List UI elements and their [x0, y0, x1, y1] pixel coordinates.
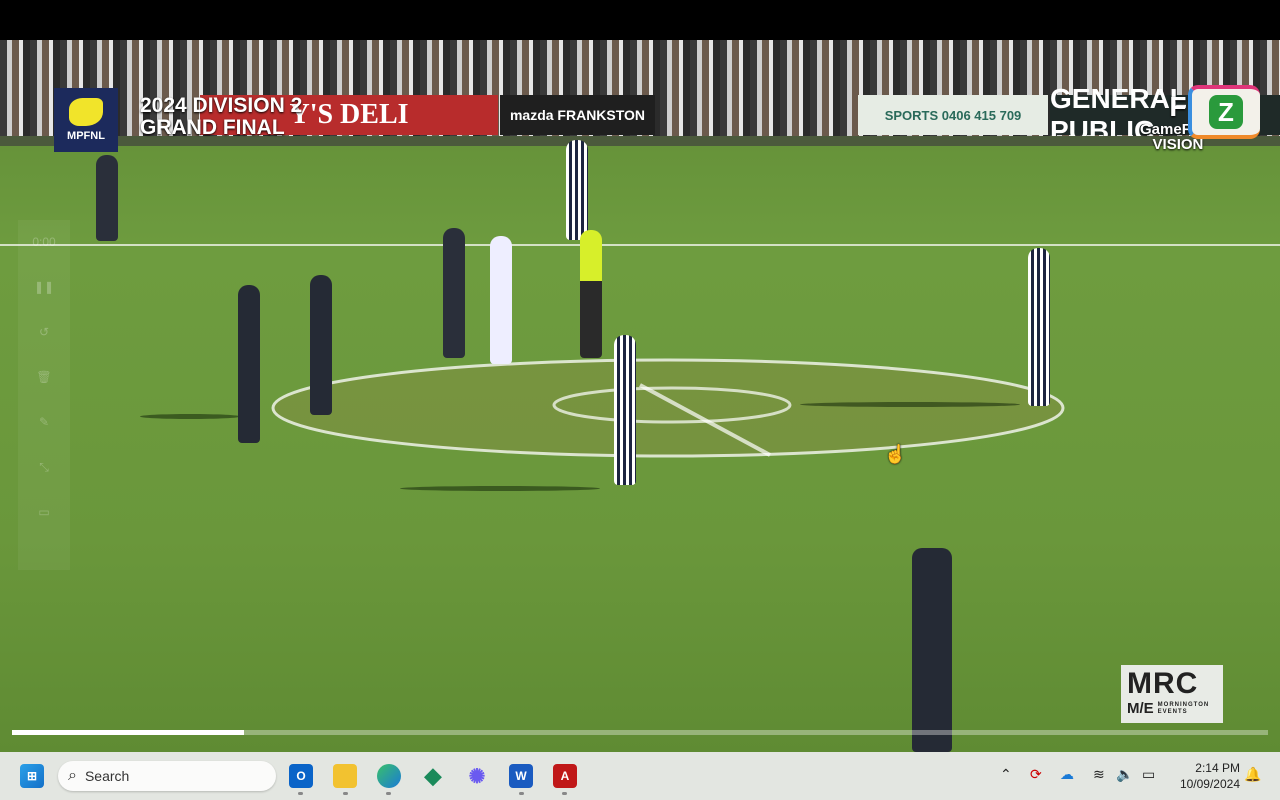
sponsor-logo: MRC M/E MORNINGTON EVENTS — [1121, 665, 1223, 723]
umpire — [580, 230, 602, 358]
pen-icon[interactable]: ✎ — [18, 400, 70, 445]
sponsor-logo-small: M/E — [1127, 700, 1154, 717]
league-logo-text: MPFNL — [67, 130, 105, 142]
sync-icon[interactable]: ⟳ — [1030, 766, 1042, 783]
word-icon[interactable]: W — [509, 764, 533, 788]
delete-icon[interactable]: 🗑 — [18, 355, 70, 400]
onedrive-icon[interactable]: ☁ — [1060, 766, 1074, 783]
acrobat-icon[interactable]: A — [553, 764, 577, 788]
undo-icon[interactable]: ↺ — [18, 310, 70, 355]
tv-app-logo: Z — [1188, 85, 1260, 139]
player — [912, 548, 952, 752]
copilot-icon[interactable]: ✺ — [465, 764, 489, 788]
player-shadow — [140, 414, 240, 419]
sponsor-logo-big: MRC — [1127, 667, 1199, 700]
player — [310, 275, 332, 415]
title-line1: 2024 DIVISION 2 — [140, 94, 303, 117]
title-line2: GRAND FINAL — [140, 116, 285, 139]
search-icon: ⌕ — [68, 767, 77, 784]
seek-bar-fill — [12, 730, 245, 735]
hide-icon[interactable]: ⤡ — [18, 445, 70, 490]
pause-icon[interactable]: ❚❚ — [18, 265, 70, 310]
edge-icon[interactable] — [377, 764, 401, 788]
hand-cursor-icon: ☝ — [884, 444, 907, 464]
wifi-icon[interactable]: ≋ — [1093, 766, 1105, 783]
ethereum-icon[interactable]: ◆ — [421, 763, 445, 788]
volume-icon[interactable]: 🔈 — [1116, 766, 1133, 783]
player — [490, 236, 512, 364]
search-placeholder: Search — [84, 768, 130, 784]
video-player[interactable]: Y'S DELI mazda FRANKSTON SPORTS 0406 415… — [0, 40, 1280, 752]
player — [96, 155, 118, 241]
recorder-time: 0:00 — [32, 235, 56, 249]
file-explorer-icon[interactable] — [333, 764, 357, 788]
tv-logo-letter: Z — [1209, 95, 1243, 129]
player-shadow — [800, 402, 1020, 407]
sponsor-sub2: EVENTS — [1157, 708, 1188, 715]
recorder-toolbar: 0:00 ❚❚ ↺ 🗑 ✎ ⤡ ▭ — [18, 220, 70, 570]
search-box[interactable]: ⌕ Search — [58, 761, 276, 791]
match-title: 2024 DIVISION 2 GRAND FINAL — [140, 95, 302, 139]
clock[interactable]: 2:14 PM 10/09/2024 — [1180, 760, 1240, 792]
clock-time: 2:14 PM — [1195, 761, 1240, 775]
player-shadow — [400, 486, 600, 491]
camera-icon[interactable]: ▭ — [18, 490, 70, 535]
broadcaster-line2: VISION — [1152, 136, 1204, 153]
notification-bell-icon[interactable]: 🔔 — [1244, 766, 1261, 783]
player — [443, 228, 465, 358]
battery-icon[interactable]: ▭ — [1142, 766, 1155, 783]
seek-bar[interactable] — [12, 730, 1268, 735]
player — [238, 285, 260, 443]
clock-date: 10/09/2024 — [1179, 777, 1240, 791]
player — [614, 335, 636, 485]
centre-square-markings — [271, 358, 1065, 458]
sponsor-sub1: MORNINGTON — [1157, 701, 1210, 708]
player — [566, 140, 588, 240]
chevron-up-icon[interactable]: ⌃ — [1000, 766, 1012, 783]
league-logo: MPFNL — [54, 88, 118, 152]
top-letterbox — [0, 0, 1280, 40]
outlook-icon[interactable]: O — [289, 764, 313, 788]
player — [1028, 248, 1050, 406]
start-button[interactable]: ⊞ — [20, 764, 44, 788]
taskbar: ⊞ ⌕ Search O ◆ ✺ W A ⌃ ⟳ ☁ ≋ 🔈 ▭ 2:14 PM 1… — [0, 752, 1280, 800]
